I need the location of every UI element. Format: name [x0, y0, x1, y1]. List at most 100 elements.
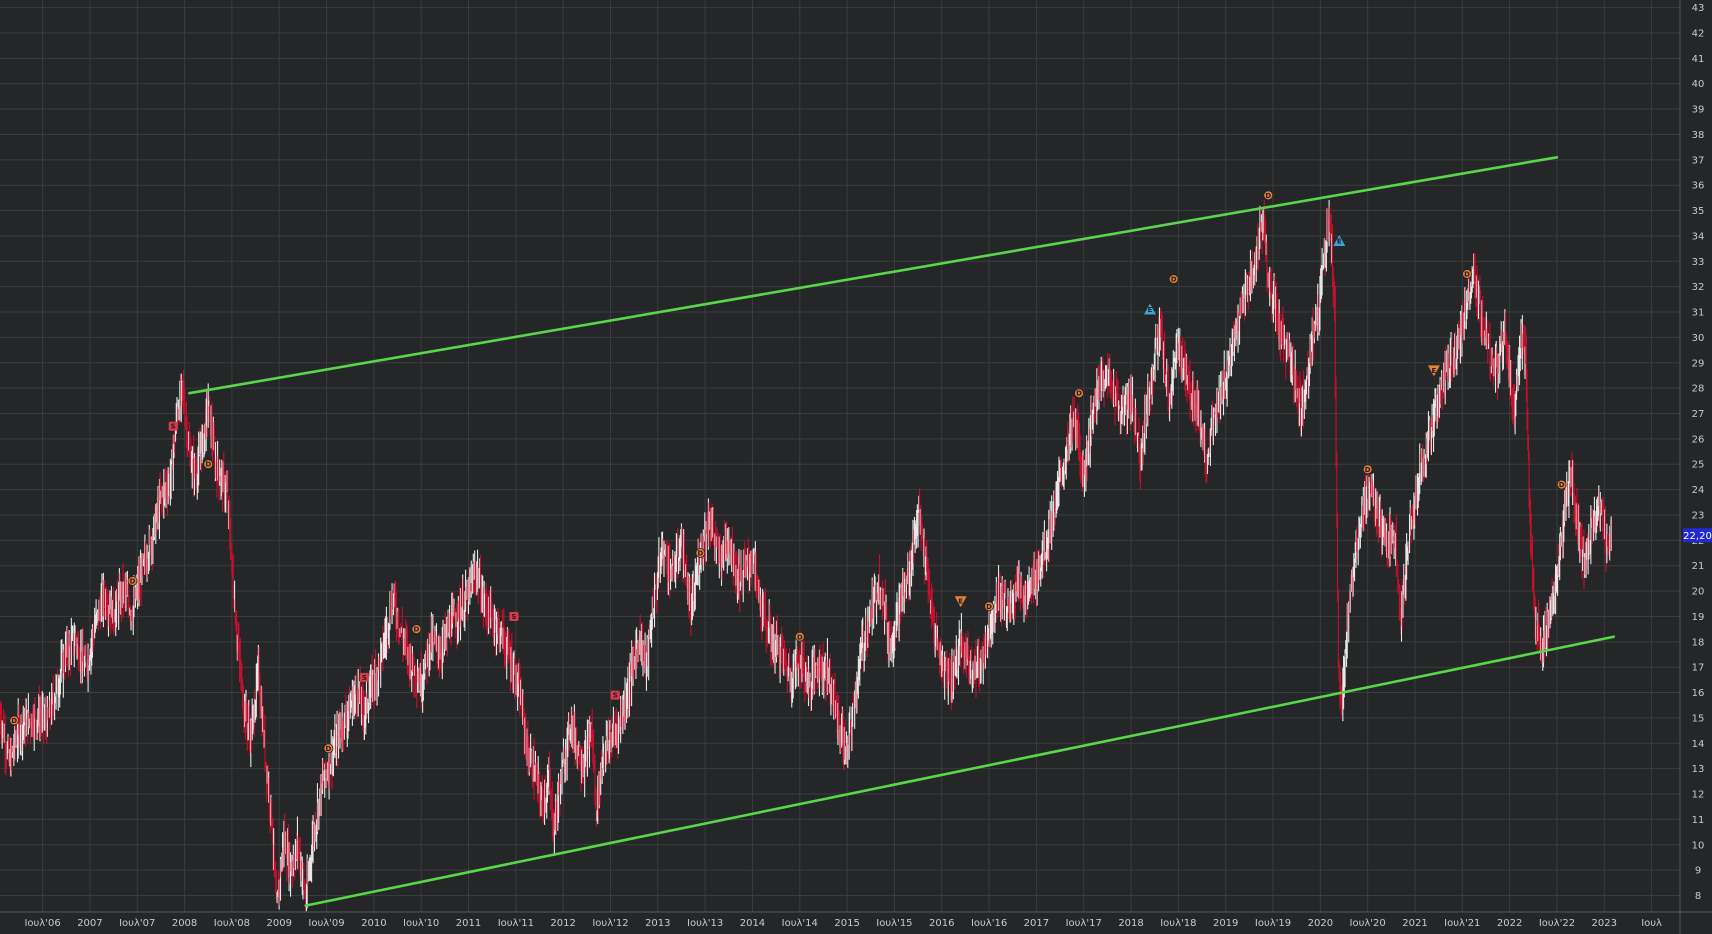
event-marker[interactable]: D [127, 576, 138, 586]
x-tick-label: 2016 [929, 918, 954, 929]
y-tick-label: 19 [1692, 612, 1705, 623]
y-tick-label: 9 [1695, 866, 1701, 877]
x-tick-label: 2022 [1497, 918, 1522, 929]
x-tick-label: Ιουλ'18 [1160, 918, 1196, 929]
last-price-label: 22,20 [1683, 531, 1712, 542]
x-tick-label: Ιουλ'12 [592, 918, 628, 929]
x-tick-label: Ιουλ'06 [24, 918, 60, 929]
y-tick-label: 15 [1692, 713, 1705, 724]
x-tick-label: 2021 [1402, 918, 1427, 929]
marker-label: S [362, 674, 367, 682]
y-tick-label: 39 [1692, 105, 1705, 116]
y-tick-label: 8 [1695, 891, 1701, 902]
marker-label: D [205, 461, 211, 469]
event-marker[interactable]: D [1074, 388, 1084, 399]
marker-label: D [130, 577, 136, 585]
marker-label: E [958, 598, 963, 606]
y-tick-label: 26 [1692, 434, 1705, 445]
event-marker[interactable]: D [1362, 464, 1373, 475]
y-tick-label: 43 [1692, 3, 1705, 14]
marker-label: E [1432, 367, 1437, 375]
marker-label: D [986, 603, 992, 611]
x-tick-label: 2019 [1213, 918, 1238, 929]
event-marker[interactable]: D [323, 743, 334, 754]
marker-label: D [1265, 192, 1271, 200]
x-tick-label: Ιουλ'10 [403, 918, 439, 929]
marker-label: D [1076, 390, 1082, 398]
x-tick-label: Ιουλ'13 [687, 918, 723, 929]
y-tick-label: 30 [1692, 333, 1705, 344]
x-tick-label: 2012 [550, 918, 575, 929]
marker-label: E [1148, 306, 1153, 314]
event-marker[interactable]: D [1168, 274, 1179, 284]
event-marker[interactable]: D [984, 601, 994, 612]
event-marker[interactable]: D [9, 715, 20, 726]
y-tick-label: 29 [1692, 358, 1705, 369]
x-tick-label: 2013 [645, 918, 670, 929]
marker-label: D [1464, 270, 1470, 278]
x-tick-label: 2008 [172, 918, 197, 929]
y-tick-label: 18 [1692, 637, 1705, 648]
x-tick-label: 2017 [1024, 918, 1049, 929]
y-tick-label: 40 [1692, 79, 1705, 90]
x-tick-label: Ιουλ'11 [498, 918, 534, 929]
y-tick-label: 32 [1692, 282, 1705, 293]
event-marker[interactable]: S [168, 421, 178, 431]
y-tick-label: 28 [1692, 384, 1705, 395]
y-tick-label: 13 [1692, 764, 1705, 775]
event-marker[interactable]: S [359, 672, 369, 682]
x-tick-label: 2009 [266, 918, 291, 929]
marker-label: D [11, 717, 17, 725]
y-tick-label: 36 [1692, 181, 1705, 192]
event-marker[interactable]: S [509, 611, 519, 621]
x-tick-label: Ιουλ'16 [971, 918, 1007, 929]
event-marker[interactable]: D [1556, 479, 1567, 490]
x-tick-label: Ιουλ [1641, 918, 1662, 929]
last-price-tag: 22,20 [1683, 528, 1712, 543]
marker-label: D [326, 745, 332, 753]
x-tick-label: 2018 [1118, 918, 1143, 929]
y-tick-label: 42 [1692, 28, 1705, 39]
event-marker[interactable]: D [1263, 190, 1274, 201]
marker-label: D [797, 633, 803, 641]
y-tick-label: 25 [1692, 460, 1705, 471]
x-axis-ticks: Ιουλ'06 2007 Ιουλ'07 2008 Ιουλ'08 2009 Ιουλ'09… [24, 918, 1662, 929]
marker-label: D [1365, 466, 1371, 474]
x-tick-label: Ιουλ'09 [308, 918, 344, 929]
y-tick-label: 11 [1692, 815, 1705, 826]
marker-label: D [1171, 276, 1177, 284]
y-tick-label: 34 [1692, 231, 1705, 242]
chart-canvas[interactable]: 8910111213141516171819202122232425262728… [0, 0, 1712, 934]
y-tick-label: 35 [1692, 206, 1705, 217]
event-marker[interactable]: S [610, 690, 620, 700]
y-tick-label: 16 [1692, 688, 1705, 699]
y-tick-label: 27 [1692, 409, 1705, 420]
y-tick-label: 21 [1692, 561, 1705, 572]
event-marker[interactable]: D [794, 631, 805, 642]
x-tick-label: Ιουλ'15 [876, 918, 912, 929]
event-marker[interactable]: D [411, 624, 422, 635]
event-marker[interactable]: D [695, 548, 706, 558]
x-tick-label: Ιουλ'22 [1539, 918, 1575, 929]
x-tick-label: Ιουλ'21 [1444, 918, 1480, 929]
marker-label: S [511, 613, 516, 621]
x-tick-label: Ιουλ'14 [782, 918, 818, 929]
marker-label: S [171, 423, 176, 431]
y-tick-label: 38 [1692, 130, 1705, 141]
marker-label: S [613, 692, 618, 700]
y-tick-label: 41 [1692, 54, 1705, 65]
y-tick-label: 31 [1692, 308, 1705, 319]
y-tick-label: 37 [1692, 155, 1705, 166]
price-chart[interactable]: 8910111213141516171819202122232425262728… [0, 0, 1712, 934]
x-tick-label: Ιουλ'19 [1255, 918, 1291, 929]
x-tick-label: Ιουλ'07 [119, 918, 155, 929]
x-tick-label: 2015 [834, 918, 859, 929]
y-tick-label: 20 [1692, 587, 1705, 598]
event-marker[interactable]: D [1462, 269, 1472, 279]
y-tick-label: 10 [1692, 840, 1705, 851]
y-tick-label: 33 [1692, 257, 1705, 268]
event-marker[interactable]: D [203, 459, 214, 470]
x-tick-label: Ιουλ'08 [214, 918, 250, 929]
y-tick-label: 17 [1692, 663, 1705, 674]
y-tick-label: 24 [1692, 485, 1705, 496]
